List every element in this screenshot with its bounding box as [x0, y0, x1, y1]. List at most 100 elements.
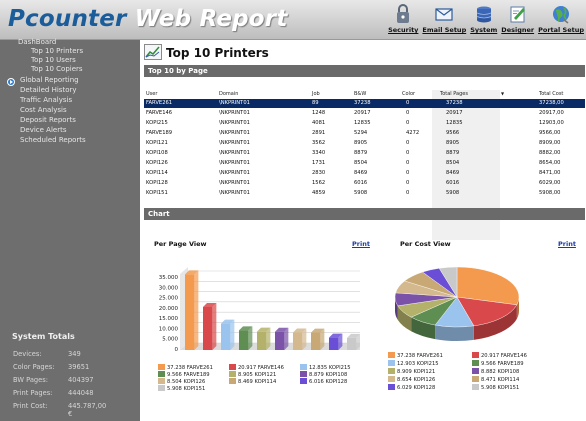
section-header-top-by-page: Top 10 by Page — [144, 65, 585, 77]
legend-label: 5.908 KOPI151 — [481, 385, 520, 391]
pie-legend-item: 37.238 FARVE261 — [388, 352, 443, 359]
main-content: Top 10 Printers Top 10 by Page User Doma… — [140, 40, 586, 421]
table-cell: 12835 — [446, 120, 463, 126]
table-row[interactable]: FARVE146 \NKPRINT01 1248 20917 0 20917 20917,0… — [144, 109, 585, 118]
sidebar-item-deposit-reports[interactable]: Deposit Reports — [20, 116, 76, 124]
legend-label: 8.654 KOPI126 — [397, 377, 436, 383]
nav-security[interactable]: Security — [388, 3, 418, 34]
table-cell: 0 — [406, 170, 410, 176]
legend-label: 12.903 KOPI215 — [397, 361, 439, 367]
nav-designer[interactable]: Designer — [501, 3, 534, 34]
table-row[interactable]: KOPI215 \NKPRINT01 4081 12835 0 12835 12903,00 — [144, 119, 585, 128]
y-tick-label: 20.000 — [159, 306, 179, 312]
table-row[interactable]: FARVE189 \NKPRINT01 2891 5294 4272 9566 9566,0… — [144, 129, 585, 138]
table-cell: 37238 — [354, 100, 371, 106]
table-cell: 20917 — [354, 110, 371, 116]
table-cell: \NKPRINT01 — [219, 100, 250, 106]
table-cell: 8471,00 — [539, 170, 561, 176]
table-row[interactable]: KOPI151 \NKPRINT01 4859 5908 0 5908 5908,00 — [144, 189, 585, 198]
sidebar-item-traffic-analysis[interactable]: Traffic Analysis — [20, 96, 72, 104]
table-cell: 0 — [406, 110, 410, 116]
col-user[interactable]: User — [146, 91, 157, 97]
table-cell: 9566,00 — [539, 130, 561, 136]
legend-swatch — [158, 378, 165, 384]
table-cell: \NKPRINT01 — [219, 180, 250, 186]
table-cell: 8905 — [446, 140, 460, 146]
sidebar-item-dashboard[interactable]: DashBoard — [18, 38, 56, 46]
table-cell: 37238,00 — [539, 100, 564, 106]
sidebar-item-top-10-printers[interactable]: Top 10 Printers — [31, 47, 83, 55]
nav-email-setup[interactable]: Email Setup — [422, 3, 466, 34]
bar-FARVE261 — [185, 274, 195, 350]
col-color[interactable]: Color — [402, 91, 415, 97]
table-row[interactable]: KOPI121 \NKPRINT01 3562 8905 0 8905 8909,00 — [144, 139, 585, 148]
sidebar-item-detailed-history[interactable]: Detailed History — [20, 86, 77, 94]
bar-legend-item: 8.469 KOPI114 — [229, 378, 276, 385]
y-tick-label: 5.000 — [162, 337, 178, 343]
globe-icon — [553, 6, 570, 24]
nav-portal-setup[interactable]: Portal Setup — [538, 3, 584, 34]
legend-swatch — [388, 368, 395, 374]
y-tick-label: 30.000 — [159, 285, 179, 291]
table-row[interactable]: KOPI128 \NKPRINT01 1562 6016 0 6016 6029,00 — [144, 179, 585, 188]
col-job[interactable]: Job — [312, 91, 320, 97]
table-cell: 1731 — [312, 160, 326, 166]
lock-icon — [397, 4, 410, 23]
legend-label: 8.471 KOPI114 — [481, 377, 520, 383]
col-domain[interactable]: Domain — [219, 91, 238, 97]
table-row[interactable]: KOPI108 \NKPRINT01 3340 8879 0 8879 8882,00 — [144, 149, 585, 158]
bar-legend-item: 8.504 KOPI126 — [158, 378, 205, 385]
bar-legend-item: 9.566 FARVE189 — [158, 371, 210, 378]
table-cell: \NKPRINT01 — [219, 190, 250, 196]
table-cell: 2830 — [312, 170, 326, 176]
col-total-cost[interactable]: Total Cost — [539, 91, 563, 97]
bar-KOPI121 — [257, 331, 267, 350]
legend-swatch — [158, 364, 165, 370]
table-cell: KOPI121 — [146, 140, 168, 146]
bar-chart: 35.000 30.000 25.000 20.000 15.000 10.000 5.00… — [159, 267, 360, 353]
sidebar-item-global-reporting[interactable]: Global Reporting — [20, 76, 79, 84]
nav-system[interactable]: System — [470, 3, 497, 34]
table-cell: 20917 — [446, 110, 463, 116]
legend-swatch — [388, 360, 395, 366]
col-bw[interactable]: B&W — [354, 91, 366, 97]
y-tick-label: 25.000 — [159, 296, 179, 302]
bar-legend-item: 12.835 KOPI215 — [300, 364, 351, 371]
legend-swatch — [300, 371, 307, 377]
legend-swatch — [388, 352, 395, 358]
pie-legend-item: 12.903 KOPI215 — [388, 360, 439, 367]
system-total-print-cost: Print Cost: 445.787,00 € — [13, 402, 107, 418]
table-cell: 6029,00 — [539, 180, 561, 186]
legend-label: 9.566 FARVE189 — [481, 361, 524, 367]
sidebar-item-top-10-copiers[interactable]: Top 10 Copiers — [31, 65, 83, 73]
system-total-print-pages: Print Pages: 444048 — [13, 389, 94, 397]
legend-swatch — [229, 371, 236, 377]
sidebar-item-top-10-users[interactable]: Top 10 Users — [31, 56, 76, 64]
table-cell: 4859 — [312, 190, 326, 196]
bar-KOPI215 — [221, 323, 231, 350]
designer-icon — [510, 6, 525, 23]
legend-swatch — [472, 376, 479, 382]
col-total-pages[interactable]: Total Pages — [440, 91, 468, 97]
table-cell: 6016 — [446, 180, 460, 186]
table-cell: \NKPRINT01 — [219, 140, 250, 146]
legend-swatch — [158, 385, 165, 391]
legend-swatch — [472, 352, 479, 358]
sidebar-item-cost-analysis[interactable]: Cost Analysis — [20, 106, 67, 114]
y-tick-label: 15.000 — [159, 316, 179, 322]
table-row[interactable]: KOPI114 \NKPRINT01 2830 8469 0 8469 8471,00 — [144, 169, 585, 178]
legend-swatch — [388, 384, 395, 390]
table-cell: \NKPRINT01 — [219, 170, 250, 176]
pie-chart-print-link[interactable]: Print — [558, 240, 576, 248]
table-cell: KOPI114 — [146, 170, 168, 176]
table-cell: 0 — [406, 190, 410, 196]
sidebar-item-device-alerts[interactable]: Device Alerts — [20, 126, 66, 134]
legend-label: 37.238 FARVE261 — [397, 353, 443, 359]
table-cell: FARVE261 — [146, 100, 173, 106]
sidebar-item-scheduled-reports[interactable]: Scheduled Reports — [20, 136, 86, 144]
table-cell: KOPI151 — [146, 190, 168, 196]
top-nav: Security Email Setup System Designer Por… — [388, 3, 584, 34]
table-row[interactable]: FARVE261 \NKPRINT01 89 37238 0 37238 37238,00 — [144, 99, 585, 108]
table-row[interactable]: KOPI126 \NKPRINT01 1731 8504 0 8504 8654,00 — [144, 159, 585, 168]
section-header-chart: Chart — [144, 208, 585, 220]
